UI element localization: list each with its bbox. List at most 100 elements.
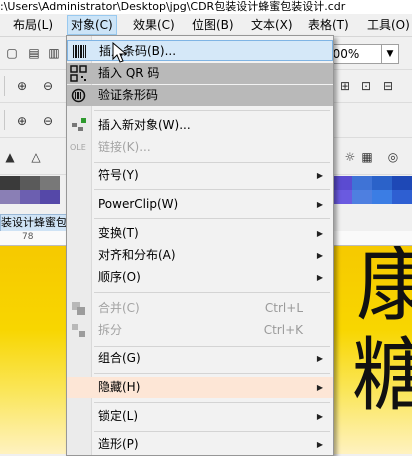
barcode-icon bbox=[73, 45, 86, 58]
swatch[interactable] bbox=[332, 176, 352, 190]
menu-separator bbox=[94, 110, 330, 111]
menu-tools[interactable]: 工具(O) bbox=[364, 16, 412, 34]
menu-item-label: 插入条码(B)... bbox=[99, 44, 177, 58]
node-icon[interactable]: ⊡ bbox=[356, 76, 376, 96]
menu-layout[interactable]: 布局(L) bbox=[10, 16, 56, 34]
menu-item-powerclip[interactable]: PowerClip(W) ▶ bbox=[67, 194, 333, 215]
open-icon[interactable]: ▤ bbox=[24, 43, 44, 63]
menu-item-group[interactable]: 组合(G) ▶ bbox=[67, 348, 333, 369]
menu-item-order[interactable]: 顺序(O) ▶ bbox=[67, 267, 333, 288]
menu-separator bbox=[94, 162, 330, 163]
menu-item-break-apart[interactable]: 拆分 Ctrl+K bbox=[67, 320, 333, 341]
swatch[interactable] bbox=[0, 190, 20, 204]
submenu-arrow-icon: ▶ bbox=[316, 354, 323, 363]
snap-icon[interactable]: ⊟ bbox=[378, 76, 398, 96]
menu-separator bbox=[94, 218, 330, 219]
submenu-arrow-icon: ▶ bbox=[316, 383, 323, 392]
swatch[interactable] bbox=[352, 176, 372, 190]
menu-separator bbox=[94, 402, 330, 403]
toolbar-separator bbox=[4, 76, 5, 96]
menu-item-label: 锁定(L) bbox=[98, 409, 139, 423]
menu-item-label: 符号(Y) bbox=[98, 168, 139, 182]
swatch[interactable] bbox=[332, 190, 352, 204]
menu-separator bbox=[94, 373, 330, 374]
insert-object-icon bbox=[72, 118, 86, 131]
swatch[interactable] bbox=[40, 176, 60, 190]
submenu-arrow-icon: ▶ bbox=[316, 229, 323, 238]
menu-item-lock[interactable]: 锁定(L) ▶ bbox=[67, 406, 333, 427]
menu-item-align-distribute[interactable]: 对齐和分布(A) ▶ bbox=[67, 245, 333, 266]
menu-item-symbol[interactable]: 符号(Y) ▶ bbox=[67, 165, 333, 186]
spiral-icon[interactable]: ◎ bbox=[383, 147, 403, 167]
menu-item-combine[interactable]: 合并(C) Ctrl+L bbox=[67, 298, 333, 319]
grid-icon[interactable]: ▦ bbox=[357, 147, 377, 167]
menu-separator bbox=[94, 189, 330, 190]
menu-item-label: 插入新对象(W)... bbox=[98, 118, 191, 132]
swatch[interactable] bbox=[40, 190, 60, 204]
window-title: :\Users\Administrator\Desktop\jpg\CDR包装设… bbox=[0, 0, 412, 14]
new-icon[interactable]: ▢ bbox=[2, 43, 22, 63]
menu-text[interactable]: 文本(X) bbox=[248, 16, 296, 34]
menu-item-hide[interactable]: 隐藏(H) ▶ bbox=[67, 377, 333, 398]
combine-icon bbox=[72, 302, 85, 315]
menu-item-shaping[interactable]: 造形(P) ▶ bbox=[67, 434, 333, 455]
qr-code-icon bbox=[70, 65, 87, 82]
object-menu-dropdown: 插入条码(B)... 插入 QR 码 验证条形码 插入新对象(W)... OLE bbox=[66, 35, 334, 456]
swatch[interactable] bbox=[372, 190, 392, 204]
menu-item-insert-qr-code[interactable]: 插入 QR 码 bbox=[67, 63, 333, 84]
menu-effects[interactable]: 效果(C) bbox=[130, 16, 178, 34]
zoom-in-icon[interactable]: ⊕ bbox=[12, 76, 32, 96]
menu-item-label: 拆分 bbox=[98, 323, 123, 337]
swatch[interactable] bbox=[352, 190, 372, 204]
menu-table[interactable]: 表格(T) bbox=[305, 16, 352, 34]
menu-item-label: 插入 QR 码 bbox=[98, 66, 160, 80]
toolbar-separator bbox=[4, 110, 5, 130]
verify-barcode-icon bbox=[71, 88, 86, 103]
menu-item-insert-barcode[interactable]: 插入条码(B)... bbox=[67, 40, 333, 61]
break-apart-icon bbox=[72, 324, 85, 337]
menu-item-label: 验证条形码 bbox=[98, 88, 159, 102]
menu-separator bbox=[94, 346, 330, 347]
menu-item-label: 变换(T) bbox=[98, 226, 139, 240]
document-tab[interactable]: 装设计蜂蜜包 bbox=[0, 214, 72, 232]
menu-item-insert-new-object[interactable]: 插入新对象(W)... bbox=[67, 115, 333, 136]
menu-item-label: 对齐和分布(A) bbox=[98, 248, 176, 262]
menu-item-links[interactable]: OLE 链接(K)... bbox=[67, 137, 333, 158]
swatch[interactable] bbox=[372, 176, 392, 190]
menu-object[interactable]: 对象(C) bbox=[67, 15, 117, 35]
swatch[interactable] bbox=[0, 176, 20, 190]
swatch[interactable] bbox=[20, 190, 40, 204]
menu-item-shortcut: Ctrl+K bbox=[263, 323, 303, 337]
swatch[interactable] bbox=[392, 190, 412, 204]
submenu-arrow-icon: ▶ bbox=[316, 412, 323, 421]
submenu-arrow-icon: ▶ bbox=[316, 200, 323, 209]
svg-text:OLE: OLE bbox=[70, 143, 86, 152]
menu-item-verify-barcode[interactable]: 验证条形码 bbox=[67, 85, 333, 106]
zoom-in-icon[interactable]: ⊕ bbox=[12, 111, 32, 131]
menu-bitmaps[interactable]: 位图(B) bbox=[189, 16, 237, 34]
save-icon[interactable]: ▥ bbox=[44, 43, 64, 63]
submenu-arrow-icon: ▶ bbox=[316, 171, 323, 180]
align-icon[interactable]: ⊞ bbox=[335, 76, 355, 96]
menubar: 布局(L) 对象(C) 效果(C) 位图(B) 文本(X) 表格(T) 工具(O… bbox=[0, 14, 412, 37]
swatch[interactable] bbox=[392, 176, 412, 190]
swatch[interactable] bbox=[20, 176, 40, 190]
node-edit-icon[interactable]: △ bbox=[26, 147, 46, 167]
menu-item-label: 顺序(O) bbox=[98, 270, 141, 284]
ruler-tick-label: 78 bbox=[22, 232, 34, 242]
menu-item-label: 组合(G) bbox=[98, 351, 141, 365]
zoom-dropdown-chevron-icon[interactable]: ▼ bbox=[381, 44, 399, 64]
shape-tool-icon[interactable]: ▲ bbox=[0, 147, 20, 167]
menu-item-transform[interactable]: 变换(T) ▶ bbox=[67, 223, 333, 244]
canvas-text-char[interactable]: 糖 bbox=[352, 336, 412, 416]
zoom-out-icon[interactable]: ⊖ bbox=[38, 111, 58, 131]
zoom-out-icon[interactable]: ⊖ bbox=[38, 76, 58, 96]
menu-item-label: 链接(K)... bbox=[98, 140, 151, 154]
menu-item-label: 合并(C) bbox=[98, 301, 140, 315]
submenu-arrow-icon: ▶ bbox=[316, 440, 323, 449]
canvas-text-char[interactable]: 康 bbox=[356, 246, 412, 326]
menu-item-label: 隐藏(H) bbox=[98, 380, 141, 394]
menu-separator bbox=[94, 431, 330, 432]
submenu-arrow-icon: ▶ bbox=[316, 251, 323, 260]
mouse-cursor-icon bbox=[112, 42, 128, 63]
